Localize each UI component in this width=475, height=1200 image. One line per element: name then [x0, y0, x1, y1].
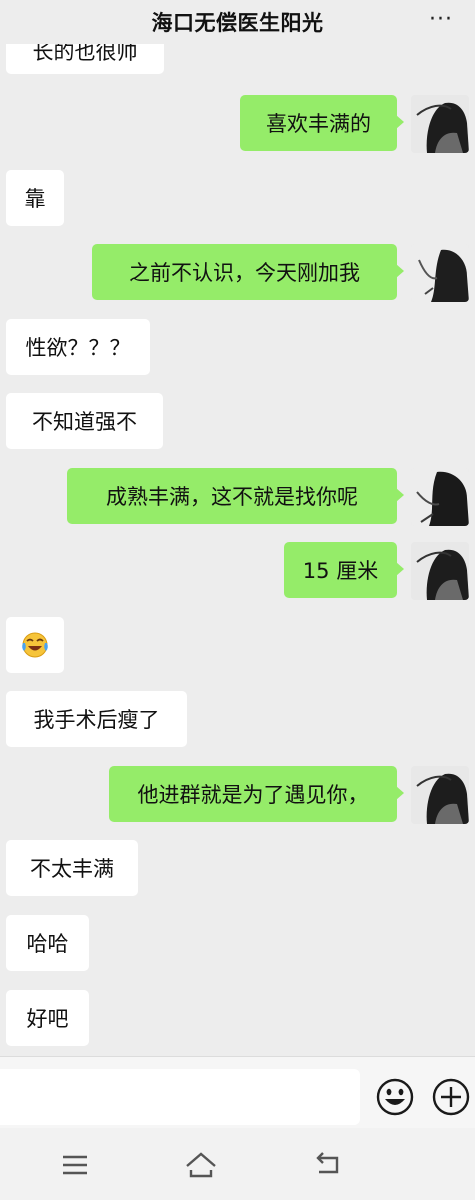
avatar-image [411, 542, 469, 600]
avatar[interactable] [411, 542, 469, 600]
chat-header: 海口无偿医生阳光 ··· [0, 0, 475, 44]
crying-laughing-emoji-icon [22, 632, 48, 658]
more-options-icon[interactable]: ··· [429, 9, 453, 31]
message-bubble[interactable]: 不知道强不 [6, 393, 163, 449]
message-bubble[interactable]: 喜欢丰满的 [240, 95, 404, 151]
message-text: 成熟丰满，这不就是找你呢 [106, 485, 358, 509]
message-text: 不太丰满 [30, 857, 114, 881]
message-text: 他进群就是为了遇见你， [137, 783, 369, 807]
message-input[interactable] [0, 1069, 360, 1125]
plus-icon[interactable] [431, 1077, 471, 1117]
message-text: 之前不认识，今天刚加我 [129, 261, 360, 285]
message-bubble[interactable]: 哈哈 [6, 915, 89, 971]
avatar[interactable] [411, 468, 469, 526]
message-text: 喜欢丰满的 [266, 112, 371, 136]
message-text: 我手术后瘦了 [33, 708, 160, 732]
avatar-image [411, 468, 469, 526]
avatar-image [411, 244, 469, 302]
message-text: 不知道强不 [32, 410, 137, 434]
message-text: 靠 [24, 187, 46, 211]
back-icon[interactable] [311, 1150, 345, 1180]
message-bubble[interactable]: 性欲？？？ [6, 319, 150, 375]
message-bubble[interactable]: 之前不认识，今天刚加我 [92, 244, 404, 300]
message-bubble[interactable]: 不太丰满 [6, 840, 138, 896]
chat-screen: 长的也很帅 喜欢丰满的 靠 之前不认识，今天刚加我 性欲？？？ 不知道强不 成熟… [0, 0, 475, 1200]
message-text: 好吧 [26, 1007, 69, 1031]
menu-icon[interactable] [58, 1150, 92, 1180]
message-bubble[interactable]: 好吧 [6, 990, 89, 1046]
message-bubble[interactable]: 成熟丰满，这不就是找你呢 [67, 468, 404, 524]
system-navigation-bar [0, 1128, 475, 1200]
message-bubble[interactable]: 靠 [6, 170, 64, 226]
avatar-image [411, 95, 469, 153]
avatar[interactable] [411, 244, 469, 302]
message-list[interactable]: 长的也很帅 喜欢丰满的 靠 之前不认识，今天刚加我 性欲？？？ 不知道强不 成熟… [0, 0, 475, 1056]
avatar-image [411, 766, 469, 824]
message-bubble[interactable] [6, 617, 64, 673]
avatar[interactable] [411, 766, 469, 824]
message-bubble[interactable]: 15 厘米 [284, 542, 404, 598]
input-bar [0, 1056, 475, 1129]
avatar[interactable] [411, 95, 469, 153]
home-icon[interactable] [184, 1150, 218, 1180]
message-text: 哈哈 [26, 932, 69, 956]
message-bubble[interactable]: 我手术后瘦了 [6, 691, 187, 747]
chat-title: 海口无偿医生阳光 [151, 11, 324, 35]
message-bubble[interactable]: 他进群就是为了遇见你， [109, 766, 404, 822]
message-text: 性欲？？？ [25, 336, 131, 360]
message-text: 15 厘米 [302, 559, 379, 583]
emoji-icon[interactable] [375, 1077, 415, 1117]
